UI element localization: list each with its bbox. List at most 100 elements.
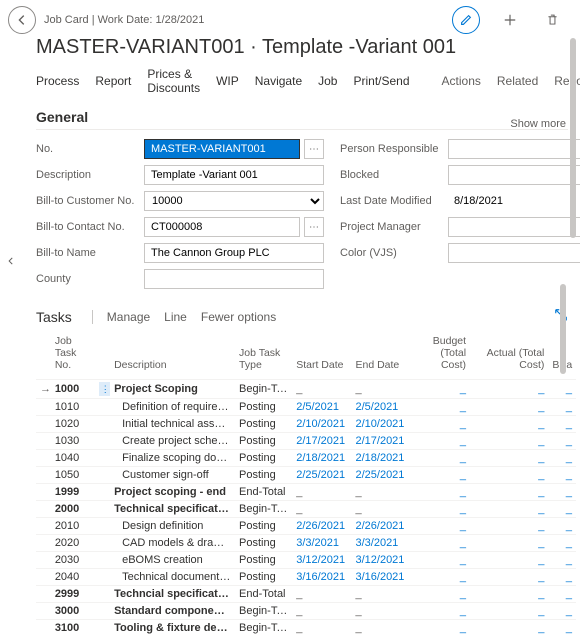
th-end[interactable]: End Date <box>351 331 410 380</box>
billcontact-lookup-button[interactable]: ⋯ <box>304 217 324 237</box>
tab-print[interactable]: Print/Send <box>353 74 409 88</box>
task-end[interactable]: 2/25/2021 <box>351 467 410 484</box>
task-row[interactable]: 1999Project scoping - endEnd-Total_____ <box>36 484 576 501</box>
billto-customer-field[interactable]: 10000 <box>144 191 324 211</box>
person-responsible-field[interactable] <box>448 139 580 159</box>
task-start[interactable]: 3/12/2021 <box>292 552 351 569</box>
task-budget[interactable]: _ <box>411 467 470 484</box>
task-actual[interactable]: _ <box>470 416 548 433</box>
task-budget[interactable]: _ <box>411 603 470 620</box>
task-billa[interactable]: _ <box>548 552 576 569</box>
task-row[interactable]: 1050Customer sign-offPosting2/25/20212/2… <box>36 467 576 484</box>
task-row[interactable]: 2030eBOMS creationPosting3/12/20213/12/2… <box>36 552 576 569</box>
project-manager-field[interactable] <box>448 217 580 237</box>
task-actual[interactable]: _ <box>470 552 548 569</box>
task-start[interactable]: _ <box>292 620 351 636</box>
task-budget[interactable]: _ <box>411 416 470 433</box>
task-start[interactable]: _ <box>292 603 351 620</box>
task-actual[interactable]: _ <box>470 535 548 552</box>
th-budget[interactable]: Budget (Total Cost) <box>411 331 470 380</box>
tab-process[interactable]: Process <box>36 74 79 88</box>
task-budget[interactable]: _ <box>411 433 470 450</box>
task-actual[interactable]: _ <box>470 484 548 501</box>
task-end[interactable]: 3/12/2021 <box>351 552 410 569</box>
task-billa[interactable]: _ <box>548 620 576 636</box>
task-row[interactable]: 3000Standard components engin…Begin-Tota… <box>36 603 576 620</box>
task-billa[interactable]: _ <box>548 535 576 552</box>
task-billa[interactable]: _ <box>548 569 576 586</box>
task-actual[interactable]: _ <box>470 518 548 535</box>
task-start[interactable]: _ <box>292 380 351 399</box>
chevron-left-icon[interactable] <box>4 254 18 268</box>
grid-scrollbar[interactable] <box>560 260 566 518</box>
task-start[interactable]: 2/10/2021 <box>292 416 351 433</box>
row-menu-button[interactable]: ⋮ <box>99 382 110 396</box>
task-actual[interactable]: _ <box>470 450 548 467</box>
task-actual[interactable]: _ <box>470 603 548 620</box>
no-field[interactable] <box>144 139 300 159</box>
tab-report[interactable]: Report <box>95 74 131 88</box>
task-budget[interactable]: _ <box>411 535 470 552</box>
tab-prices[interactable]: Prices & Discounts <box>147 67 200 95</box>
task-actual[interactable]: _ <box>470 433 548 450</box>
task-actual[interactable]: _ <box>470 586 548 603</box>
task-budget[interactable]: _ <box>411 450 470 467</box>
task-end[interactable]: _ <box>351 620 410 636</box>
task-budget[interactable]: _ <box>411 620 470 636</box>
section-general-title[interactable]: General <box>36 109 568 130</box>
task-row[interactable]: 1030Create project schedulePosting2/17/2… <box>36 433 576 450</box>
task-end[interactable]: 2/10/2021 <box>351 416 410 433</box>
th-type[interactable]: Job Task Type <box>235 331 292 380</box>
task-end[interactable]: _ <box>351 586 410 603</box>
task-actual[interactable]: _ <box>470 620 548 636</box>
task-start[interactable]: 3/16/2021 <box>292 569 351 586</box>
task-budget[interactable]: _ <box>411 586 470 603</box>
th-desc[interactable]: Description <box>110 331 235 380</box>
task-row[interactable]: 2040Technical documentationPosting3/16/2… <box>36 569 576 586</box>
page-scrollbar[interactable] <box>570 38 576 518</box>
task-row[interactable]: 2020CAD models & drawingsPosting3/3/2021… <box>36 535 576 552</box>
task-end[interactable]: _ <box>351 380 410 399</box>
tasks-line[interactable]: Line <box>164 310 187 324</box>
tab-reports[interactable]: Reports <box>554 74 580 88</box>
task-row[interactable]: 2999Techncial specification - endEnd-Tot… <box>36 586 576 603</box>
task-row[interactable]: 1040Finalize scoping documentPosting2/18… <box>36 450 576 467</box>
task-billa[interactable]: _ <box>548 518 576 535</box>
task-actual[interactable]: _ <box>470 467 548 484</box>
tab-related[interactable]: Related <box>497 74 538 88</box>
task-actual[interactable]: _ <box>470 501 548 518</box>
task-budget[interactable]: _ <box>411 501 470 518</box>
task-actual[interactable]: _ <box>470 380 548 399</box>
tasks-fewer[interactable]: Fewer options <box>201 310 276 324</box>
tab-job[interactable]: Job <box>318 74 337 88</box>
task-budget[interactable]: _ <box>411 399 470 416</box>
delete-button[interactable] <box>540 8 564 32</box>
blocked-field[interactable] <box>448 165 580 185</box>
task-end[interactable]: 3/16/2021 <box>351 569 410 586</box>
task-row[interactable]: 3100Tooling & fixture designBegin-Total_… <box>36 620 576 636</box>
task-budget[interactable]: _ <box>411 518 470 535</box>
edit-button[interactable] <box>452 6 480 34</box>
section-showmore[interactable]: Show more <box>510 118 566 130</box>
tasks-manage[interactable]: Manage <box>107 310 150 324</box>
tasks-grid[interactable]: Job Task No. Description Job Task Type S… <box>36 331 576 636</box>
task-row[interactable]: 2010Design definitionPosting2/26/20212/2… <box>36 518 576 535</box>
task-start[interactable]: 2/26/2021 <box>292 518 351 535</box>
task-end[interactable]: 2/17/2021 <box>351 433 410 450</box>
task-row[interactable]: 2000Technical specificationBegin-Total__… <box>36 501 576 518</box>
task-start[interactable]: 2/25/2021 <box>292 467 351 484</box>
task-end[interactable]: 2/5/2021 <box>351 399 410 416</box>
tab-navigate[interactable]: Navigate <box>255 74 302 88</box>
task-end[interactable]: 3/3/2021 <box>351 535 410 552</box>
task-row[interactable]: 1010Definition of requirementsPosting2/5… <box>36 399 576 416</box>
county-field[interactable] <box>144 269 324 289</box>
description-field[interactable] <box>144 165 324 185</box>
task-budget[interactable]: _ <box>411 484 470 501</box>
th-actual[interactable]: Actual (Total Cost) <box>470 331 548 380</box>
tab-wip[interactable]: WIP <box>216 74 239 88</box>
task-start[interactable]: _ <box>292 501 351 518</box>
task-row[interactable]: →1000⋮Project ScopingBegin-Total_____ <box>36 380 576 399</box>
billto-name-field[interactable] <box>144 243 324 263</box>
task-start[interactable]: 2/17/2021 <box>292 433 351 450</box>
task-billa[interactable]: _ <box>548 586 576 603</box>
